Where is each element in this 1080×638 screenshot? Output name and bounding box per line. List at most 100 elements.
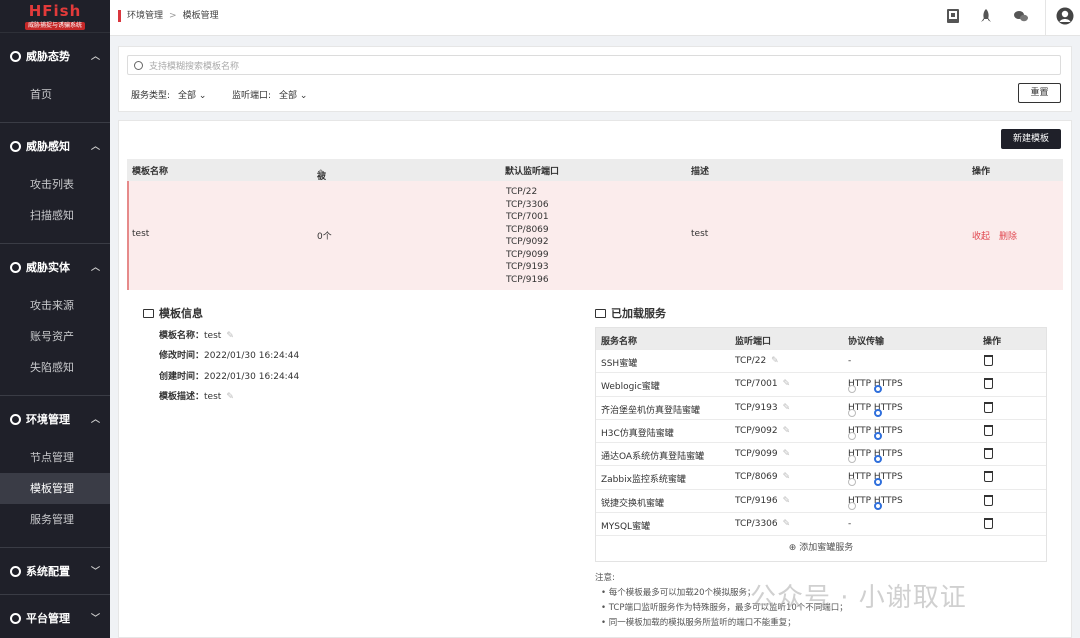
https-radio[interactable] [873, 478, 882, 487]
sidebar-group[interactable]: 威胁实体 ︿ [0, 244, 110, 290]
sidebar-group[interactable]: 平台管理 ﹀ [0, 595, 110, 638]
http-radio[interactable] [848, 478, 856, 487]
sidebar-item[interactable]: 攻击列表 [0, 169, 110, 200]
port-select[interactable]: 全部 ⌄ [279, 88, 307, 101]
info-mtime-label: 修改时间： [159, 351, 205, 361]
row-ports: TCP/22 TCP/3306 TCP/7001 TCP/8069 TCP/9092 TC… [506, 186, 549, 286]
service-row: H3C仿真登陆蜜罐 TCP/9092 ✎ HTTP HTTPS [596, 420, 1046, 444]
search-input[interactable]: 支持模糊搜索模板名称 [127, 55, 1061, 75]
trash-icon[interactable] [984, 401, 993, 413]
trash-icon[interactable] [984, 424, 993, 436]
info-desc: 模板描述：test ✎ [159, 389, 234, 402]
add-service-button[interactable]: ⊕ 添加蜜罐服务 [596, 536, 1046, 561]
service-port-value: TCP/8069 [735, 472, 778, 483]
http-radio[interactable] [848, 385, 856, 394]
https-radio[interactable] [873, 501, 882, 510]
http-radio[interactable] [848, 455, 856, 464]
service-port-value: TCP/9193 [735, 402, 778, 413]
trash-icon[interactable] [984, 355, 993, 366]
sidebar-item[interactable]: 失陷感知 [0, 352, 110, 383]
sidebar-item[interactable]: 首页 [0, 79, 110, 110]
port-item: TCP/9092 [506, 237, 549, 247]
add-service-label: 添加蜜罐服务 [799, 543, 854, 554]
sidebar-group[interactable]: 威胁态势 ︿ [0, 33, 110, 79]
service-name: H3C仿真登陆蜜罐 [601, 428, 674, 439]
edit-icon[interactable]: ✎ [771, 356, 779, 366]
service-row: MYSQL蜜罐 TCP/3306 ✎ - [596, 513, 1046, 537]
brand-title: HFish [28, 2, 82, 20]
edit-icon[interactable]: ✎ [783, 379, 791, 389]
group-icon [10, 50, 21, 62]
avatar-icon[interactable] [1056, 7, 1074, 25]
service-name: 齐治堡垒机仿真登陆蜜罐 [601, 405, 701, 416]
plus-icon: ⊕ [788, 543, 800, 554]
http-radio[interactable] [848, 501, 856, 510]
logo: HFish 威胁捕捉与诱骗系统 [0, 0, 110, 33]
sidebar-item[interactable]: 节点管理 [0, 442, 110, 473]
collapse-link[interactable]: 收起 [972, 229, 990, 242]
proto-none: - [848, 356, 852, 366]
edit-icon[interactable]: ✎ [783, 426, 791, 436]
service-port-value: TCP/9092 [735, 425, 778, 436]
trash-icon[interactable] [984, 448, 993, 460]
https-radio[interactable] [873, 408, 882, 417]
https-radio[interactable] [873, 455, 882, 464]
edit-icon[interactable]: ✎ [783, 519, 791, 529]
svc-col-name: 服务名称 [601, 337, 638, 347]
sort-icon: ⇕ [317, 169, 325, 179]
sidebar-group[interactable]: 环境管理 ︿ [0, 396, 110, 442]
https-radio[interactable] [873, 431, 882, 440]
trash-icon[interactable] [984, 378, 993, 390]
service-port: TCP/22 ✎ [735, 356, 779, 366]
info-ctime-value: 2022/01/30 16:24:44 [204, 372, 300, 382]
template-info: 模板信息 [143, 305, 203, 321]
http-radio[interactable] [848, 431, 856, 440]
col-name: 模板名称 [132, 167, 169, 177]
port-item: TCP/9099 [506, 249, 549, 260]
trash-icon[interactable] [984, 471, 993, 483]
rocket-icon[interactable] [978, 8, 994, 24]
info-desc-label: 模板描述： [159, 392, 205, 402]
service-type-value: 全部 [178, 91, 197, 101]
sidebar-item[interactable]: 模板管理 [0, 473, 110, 504]
sidebar-item[interactable]: 攻击来源 [0, 290, 110, 321]
sidebar-group-label: 环境管理 [26, 413, 70, 426]
service-type-select[interactable]: 全部 ⌄ [178, 88, 206, 101]
service-name: 通达OA系统仿真登陆蜜罐 [601, 452, 705, 463]
sidebar-group[interactable]: 系统配置 ﹀ [0, 548, 110, 594]
edit-icon[interactable]: ✎ [783, 496, 791, 506]
filter-panel: 支持模糊搜索模板名称 服务类型: 全部 ⌄ 监听端口: 全部 ⌄ 重置 [118, 46, 1072, 112]
service-name: MYSQL蜜罐 [601, 522, 651, 533]
http-radio[interactable] [848, 408, 856, 417]
sidebar-item[interactable]: 扫描感知 [0, 200, 110, 231]
new-template-button[interactable]: 新建模板 [1001, 129, 1061, 149]
proto-radios: HTTP HTTPS [848, 472, 903, 487]
trash-icon[interactable] [984, 518, 993, 530]
service-row: 锐捷交换机蜜罐 TCP/9196 ✎ HTTP HTTPS [596, 490, 1046, 514]
sidebar-group[interactable]: 威胁感知 ︿ [0, 123, 110, 169]
proto-radios: HTTP HTTPS [848, 496, 903, 510]
edit-icon[interactable]: ✎ [226, 392, 234, 402]
edit-icon[interactable]: ✎ [783, 472, 791, 482]
table-row[interactable]: test 0个 TCP/22 TCP/3306 TCP/7001 TCP/8069 TC… [127, 181, 1063, 290]
loaded-services: 已加载服务 服务名称 监听端口 协议传输 操作 SSH蜜罐 TCP/22 ✎ - Web… [595, 305, 1047, 563]
service-port-value: TCP/7001 [735, 379, 778, 390]
book-icon[interactable] [945, 8, 961, 24]
svc-col-proto: 协议传输 [848, 337, 885, 347]
breadcrumb-parent[interactable]: 环境管理 [127, 11, 163, 21]
edit-icon[interactable]: ✎ [783, 449, 791, 459]
trash-icon[interactable] [984, 494, 993, 506]
sidebar-item[interactable]: 服务管理 [0, 504, 110, 535]
sidebar-item[interactable]: 账号资产 [0, 321, 110, 352]
note-text: 每个模板最多可以加载20个模拟服务； [608, 588, 756, 598]
edit-icon[interactable]: ✎ [783, 403, 791, 413]
wechat-icon[interactable] [1013, 8, 1029, 24]
edit-icon[interactable]: ✎ [226, 331, 234, 341]
group-icon [10, 612, 21, 624]
https-radio[interactable] [873, 385, 882, 394]
delete-link[interactable]: 删除 [999, 229, 1017, 242]
reset-button[interactable]: 重置 [1018, 83, 1061, 103]
group-icon [10, 413, 21, 425]
service-row: 齐治堡垒机仿真登陆蜜罐 TCP/9193 ✎ HTTP HTTPS [596, 397, 1046, 420]
port-item: TCP/3306 [506, 199, 549, 210]
